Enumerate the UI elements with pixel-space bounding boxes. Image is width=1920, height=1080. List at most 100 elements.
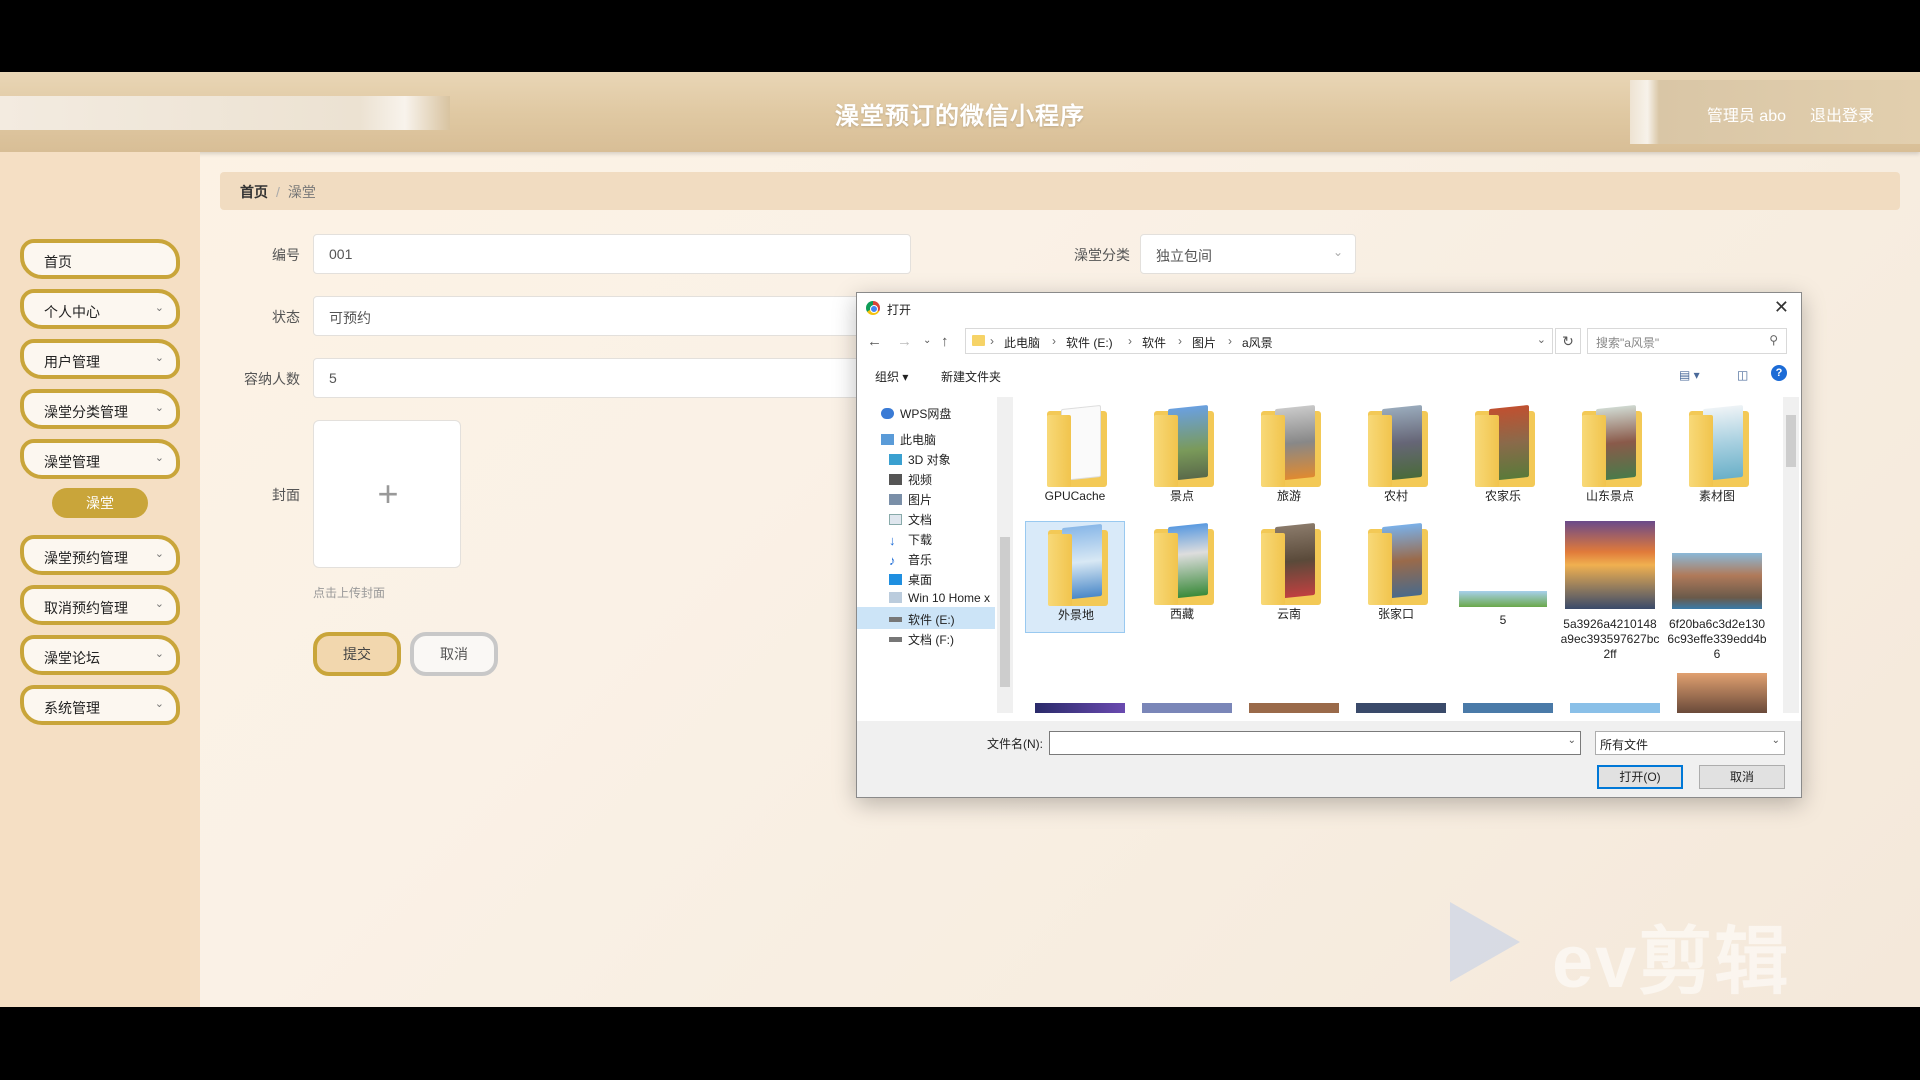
search-input[interactable]: 搜索"a风景" ⚲ (1587, 328, 1787, 354)
breadcrumb-home[interactable]: 首页 (240, 184, 268, 200)
organize-menu[interactable]: 组织 ▾ (875, 368, 908, 385)
path-separator: › (990, 334, 994, 348)
address-bar[interactable]: › 此电脑 › 软件 (E:) › 软件 › 图片 › a风景 ⌄ (965, 328, 1553, 354)
number-input[interactable]: 001 (313, 234, 911, 274)
files-scrollbar[interactable] (1783, 397, 1799, 713)
sidebar-item-category-management[interactable]: 澡堂分类管理 ⌄ (20, 389, 180, 429)
file-name: 西藏 (1169, 607, 1194, 621)
sidebar-item-reservation-management[interactable]: 澡堂预约管理 ⌄ (20, 535, 180, 575)
category-select[interactable]: 独立包间 ⌄ (1140, 234, 1356, 274)
sidebar-item-cancel-management[interactable]: 取消预约管理 ⌄ (20, 585, 180, 625)
chevron-down-icon: ⌄ (154, 548, 164, 560)
path-segment[interactable]: 图片 (1192, 334, 1216, 351)
sidebar-item-user-management[interactable]: 用户管理 ⌄ (20, 339, 180, 379)
file-item[interactable]: 农家乐 (1453, 403, 1553, 515)
cover-uploader[interactable]: + (313, 420, 461, 568)
status-input[interactable]: 可预约 (313, 296, 873, 336)
help-icon[interactable]: ? (1771, 365, 1787, 381)
cover-label: 封面 (272, 487, 300, 503)
sidebar-item-system-management[interactable]: 系统管理 ⌄ (20, 685, 180, 725)
file-name: 农家乐 (1484, 489, 1521, 503)
logout-link[interactable]: 退出登录 (1810, 102, 1874, 126)
file-item[interactable]: GPUCache (1025, 403, 1125, 515)
nav-item-this-pc[interactable]: 此电脑 (857, 427, 995, 449)
recent-dropdown-icon[interactable]: ⌄ (923, 335, 931, 346)
sidebar-item-forum[interactable]: 澡堂论坛 ⌄ (20, 635, 180, 675)
image-thumbnail[interactable] (1142, 703, 1232, 713)
nav-item-3d-objects[interactable]: 3D 对象 (857, 447, 995, 469)
open-button[interactable]: 打开(O) (1597, 765, 1683, 789)
drive-icon (889, 592, 902, 603)
nav-item-documents[interactable]: 文档 (857, 507, 995, 529)
sidebar-item-personal-center[interactable]: 个人中心 ⌄ (20, 289, 180, 329)
filetype-select[interactable]: 所有文件 ⌄ (1595, 731, 1785, 755)
nav-item-label: 视频 (908, 473, 933, 487)
nav-item-drive-e[interactable]: 软件 (E:) (857, 607, 995, 629)
nav-item-pictures[interactable]: 图片 (857, 487, 995, 509)
number-label: 编号 (272, 247, 300, 263)
chevron-down-icon[interactable]: ⌄ (1568, 735, 1576, 746)
path-segment[interactable]: 软件 (E:) (1066, 334, 1113, 351)
file-item[interactable]: 6f20ba6c3d2e1306c93effe339edd4b6 (1667, 521, 1767, 671)
nav-scrollbar[interactable] (997, 397, 1013, 713)
dialog-cancel-button[interactable]: 取消 (1699, 765, 1785, 789)
file-name: 5 (1499, 613, 1507, 627)
chevron-down-icon: ⌄ (1332, 245, 1343, 259)
image-thumbnail[interactable] (1035, 703, 1125, 713)
new-folder-button[interactable]: 新建文件夹 (941, 368, 1001, 385)
file-item[interactable]: 云南 (1239, 521, 1339, 633)
sidebar-item-label: 澡堂管理 (44, 454, 100, 470)
path-segment[interactable]: a风景 (1242, 334, 1273, 351)
nav-item-drive-c[interactable]: Win 10 Home x (857, 587, 995, 609)
refresh-icon[interactable]: ↻ (1555, 328, 1581, 354)
file-item[interactable]: 西藏 (1132, 521, 1232, 633)
path-segment[interactable]: 此电脑 (1004, 334, 1040, 351)
computer-icon (881, 434, 894, 445)
sidebar-item-bathhouse-management[interactable]: 澡堂管理 ⌄ (20, 439, 180, 479)
sidebar-item-home[interactable]: 首页 (20, 239, 180, 279)
nav-item-label: 3D 对象 (908, 453, 951, 467)
file-item[interactable]: 山东景点 (1560, 403, 1660, 515)
close-icon[interactable]: ✕ (1774, 297, 1789, 318)
scrollbar-thumb[interactable] (1000, 537, 1010, 687)
file-item[interactable]: 农村 (1346, 403, 1446, 515)
file-item[interactable]: 素材图 (1667, 403, 1767, 515)
chevron-down-icon[interactable]: ⌄ (1537, 333, 1546, 346)
nav-item-downloads[interactable]: ↓ 下载 (857, 527, 995, 549)
file-item[interactable]: 旅游 (1239, 403, 1339, 515)
cancel-button[interactable]: 取消 (410, 632, 498, 676)
image-thumbnail[interactable] (1463, 703, 1553, 713)
nav-item-desktop[interactable]: 桌面 (857, 567, 995, 589)
nav-item-label: 软件 (E:) (908, 613, 955, 627)
nav-item-music[interactable]: ♪ 音乐 (857, 547, 995, 569)
capacity-label: 容纳人数 (244, 371, 300, 387)
nav-item-videos[interactable]: 视频 (857, 467, 995, 489)
image-thumbnail[interactable] (1570, 703, 1660, 713)
forward-arrow-icon[interactable]: → (897, 333, 912, 350)
file-item[interactable]: 张家口 (1346, 521, 1446, 633)
file-item[interactable]: 5a3926a4210148a9ec393597627bc2ff (1560, 521, 1660, 671)
file-name: 山东景点 (1585, 489, 1634, 503)
path-segment[interactable]: 软件 (1142, 334, 1166, 351)
back-arrow-icon[interactable]: ← (867, 333, 882, 350)
drive-icon (889, 637, 902, 642)
up-arrow-icon[interactable]: ↑ (941, 333, 949, 350)
nav-item-drive-f[interactable]: 文档 (F:) (857, 627, 995, 649)
preview-pane-icon[interactable]: ◫ (1737, 368, 1748, 382)
filename-input[interactable]: ⌄ (1049, 731, 1581, 755)
nav-item-wps-cloud[interactable]: WPS网盘 (857, 401, 995, 423)
scrollbar-thumb[interactable] (1786, 415, 1796, 467)
image-thumbnail[interactable] (1356, 703, 1446, 713)
file-item[interactable]: 5 (1453, 521, 1553, 633)
view-options-icon[interactable]: ▤ ▾ (1679, 368, 1700, 382)
chrome-icon (866, 301, 880, 315)
capacity-input[interactable]: 5 (313, 358, 873, 398)
sidebar-subitem-bathhouse[interactable]: 澡堂 (52, 488, 148, 518)
image-thumbnail[interactable] (1677, 673, 1767, 713)
submit-button[interactable]: 提交 (313, 632, 401, 676)
chevron-down-icon: ⌄ (154, 302, 164, 314)
chevron-down-icon: ⌄ (154, 598, 164, 610)
file-item[interactable]: 景点 (1132, 403, 1232, 515)
file-item-selected[interactable]: 外景地 (1025, 521, 1125, 633)
image-thumbnail[interactable] (1249, 703, 1339, 713)
